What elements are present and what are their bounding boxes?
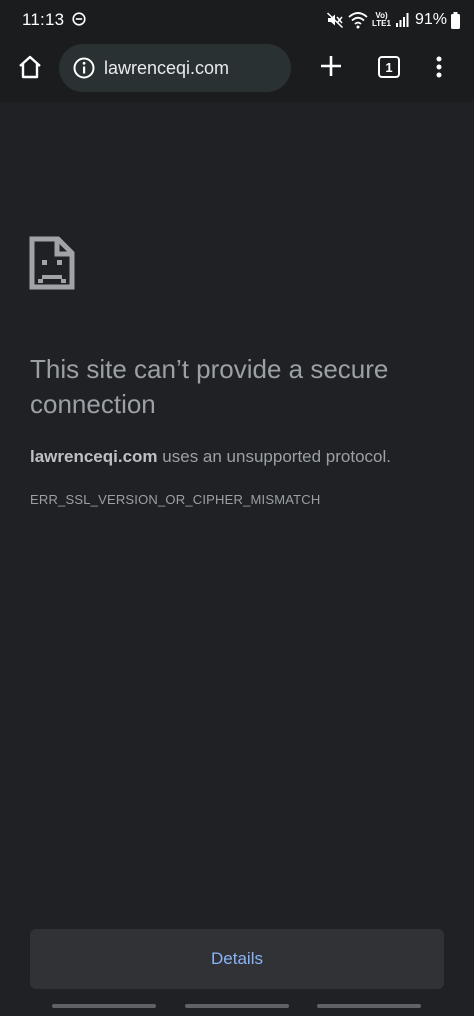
chrome-error-screen: 11:13 Vo) LTE1 91% lawrenceqi.com 1 This… [0, 0, 474, 1016]
plus-icon [321, 56, 341, 76]
more-vert-icon [436, 56, 442, 78]
nav-pill-center[interactable] [185, 1004, 289, 1008]
info-icon[interactable] [73, 57, 95, 79]
address-bar[interactable]: lawrenceqi.com [59, 44, 291, 92]
home-button[interactable] [14, 51, 46, 83]
browser-toolbar: lawrenceqi.com 1 [0, 40, 474, 102]
more-options-button[interactable] [428, 51, 450, 83]
battery-percentage: 91% [414, 11, 447, 28]
status-time: 11:13 [22, 10, 65, 29]
volte-icon: Vo) LTE1 [372, 12, 391, 28]
error-message-text: uses an unsupported protocol. [157, 447, 391, 466]
signal-icon [395, 13, 409, 27]
url-text: lawrenceqi.com [104, 58, 230, 78]
battery-icon [451, 11, 460, 29]
do-not-disturb-icon [72, 12, 86, 26]
new-tab-button[interactable] [316, 51, 346, 81]
status-icons: Vo) LTE1 91% [326, 9, 460, 31]
error-title: This site can’t provide a secure connect… [30, 354, 389, 419]
error-host: lawrenceqi.com [30, 447, 158, 466]
tab-count: 1 [385, 59, 393, 75]
lte-label: LTE1 [372, 19, 391, 28]
nav-pill-left[interactable] [52, 1004, 156, 1008]
wifi-icon [348, 12, 368, 29]
mute-icon [326, 12, 344, 29]
home-icon [19, 55, 41, 79]
sad-page-icon [29, 236, 75, 290]
details-button[interactable]: Details [30, 929, 444, 989]
status-bar: 11:13 Vo) LTE1 91% [0, 0, 474, 40]
error-code: ERR_SSL_VERSION_OR_CIPHER_MISMATCH [30, 492, 321, 507]
tab-switcher-button[interactable]: 1 [378, 56, 400, 78]
nav-pill-right[interactable] [317, 1004, 421, 1008]
error-message: lawrenceqi.com uses an unsupported proto… [30, 446, 460, 468]
